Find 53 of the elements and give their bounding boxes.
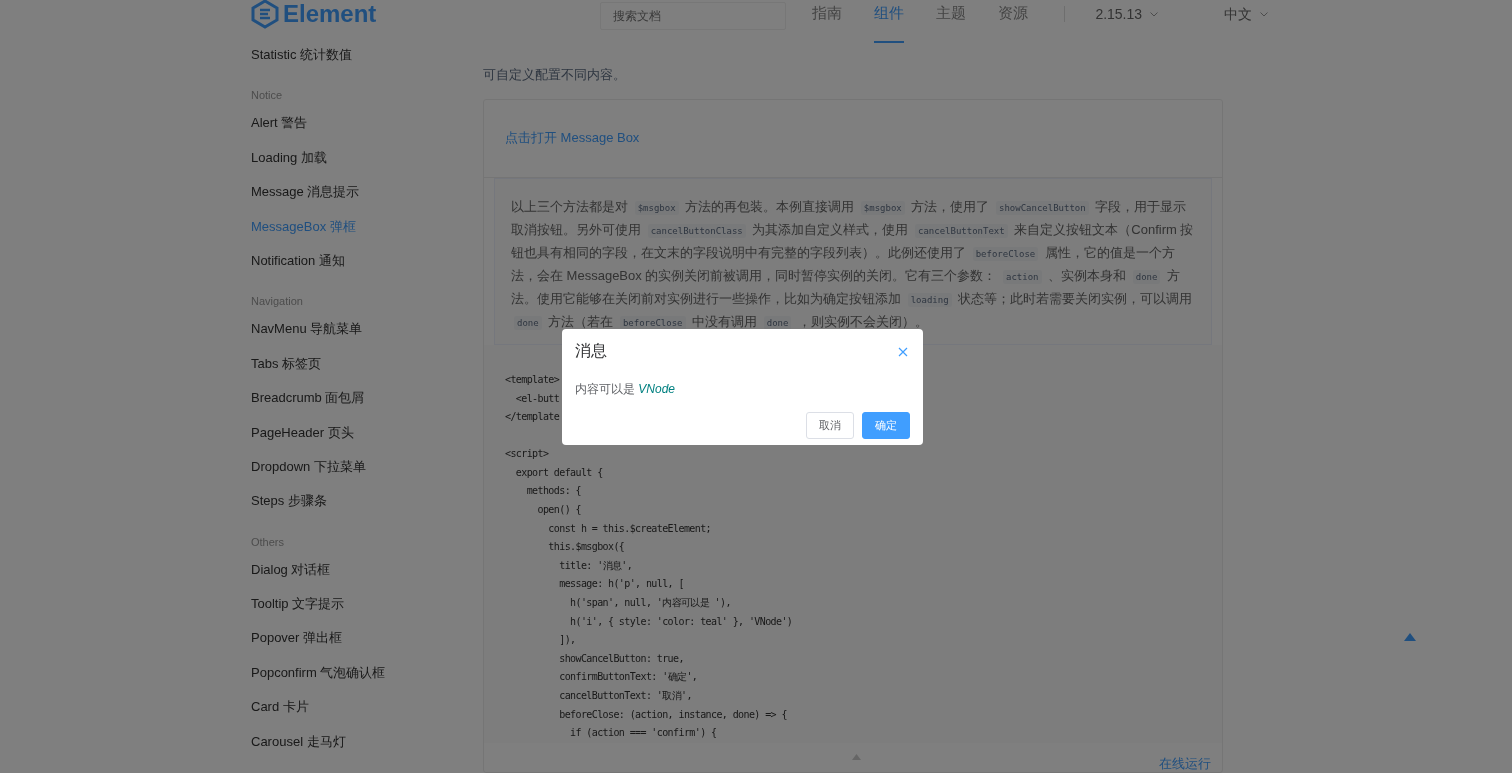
- code-line: showCancelButton: true,: [558, 651, 684, 666]
- close-icon[interactable]: [898, 346, 908, 357]
- code-line: if (action === 'confirm') {: [569, 726, 717, 741]
- sidebar-item[interactable]: PageHeader 页头: [251, 425, 354, 460]
- code-line: h('span', null, '内容可以是 '),: [569, 596, 731, 611]
- code-line: ]),: [558, 633, 576, 648]
- search-field[interactable]: 搜索文档: [600, 2, 787, 30]
- code-line: export default {: [514, 465, 603, 480]
- code-line: open() {: [536, 503, 581, 518]
- code-line: h('i', { style: 'color: teal' }, 'VNode'): [569, 614, 793, 629]
- caret-icon: [1260, 12, 1269, 17]
- sidebar-item[interactable]: Notification 通知: [251, 253, 345, 289]
- sidebar-item[interactable]: Tooltip 文字提示: [251, 597, 345, 632]
- sidebar-item[interactable]: Dropdown 下拉菜单: [251, 459, 366, 495]
- sidebar-item[interactable]: Tabs 标签页: [251, 356, 322, 392]
- sidebar-item[interactable]: Carousel 走马灯: [251, 734, 346, 770]
- code-line: const h = this.$createElement;: [547, 521, 711, 536]
- nav-link[interactable]: 资源: [998, 0, 1029, 43]
- sidebar-item[interactable]: Popover 弹出框: [251, 631, 343, 666]
- code-line: title: '消息',: [558, 558, 633, 573]
- code-line: confirmButtonText: '确定',: [558, 670, 698, 685]
- cancel-button[interactable]: 取消: [806, 412, 854, 439]
- sidebar-item[interactable]: Dialog 对话框: [251, 562, 331, 598]
- code-line: cancelButtonText: '取消',: [558, 689, 692, 703]
- dialog-title: 消息: [575, 341, 607, 361]
- sidebar-item[interactable]: Message 消息提示: [251, 185, 360, 220]
- back-to-top-icon[interactable]: [1404, 633, 1416, 641]
- code-line: <script>: [505, 447, 549, 462]
- sidebar-item[interactable]: Card 卡片: [251, 700, 309, 735]
- sidebar-item[interactable]: Loading 加载: [251, 150, 327, 186]
- sidebar-item[interactable]: Breadcrumb 面包屑: [251, 391, 365, 426]
- hexagon-logo-icon: [251, 0, 279, 29]
- nav-link[interactable]: 主题: [936, 0, 967, 43]
- code-line: </template: [505, 410, 560, 425]
- code-line: methods: {: [525, 484, 581, 499]
- code-line: beforeClose: (action, instance, done) => {: [558, 707, 787, 722]
- sidebar-item[interactable]: Alert 警告: [251, 116, 308, 151]
- description-text: 可自定义配置不同内容。: [483, 66, 627, 84]
- code-line: <template>: [505, 373, 560, 387]
- sidebar-item[interactable]: Steps 步骤条: [251, 494, 327, 529]
- caret-icon: [1150, 12, 1159, 17]
- code-line: <el-butt: [514, 391, 560, 406]
- collapse-triangle-icon[interactable]: [852, 754, 861, 760]
- sidebar-item[interactable]: Popconfirm 气泡确认框: [251, 665, 386, 701]
- version-dropdown[interactable]: 2.15.13: [1095, 6, 1143, 22]
- nav-link[interactable]: 指南: [812, 0, 843, 43]
- confirm-button[interactable]: 确定: [862, 412, 910, 439]
- dialog-message: 内容可以是 VNode: [575, 381, 677, 398]
- code-line: message: h('p', null, [: [558, 577, 684, 592]
- code-line: this.$msgbox({: [547, 540, 625, 555]
- language-dropdown[interactable]: 中文: [1224, 6, 1253, 24]
- sidebar-item[interactable]: NavMenu 导航菜单: [251, 322, 363, 357]
- sidebar-item[interactable]: Statistic 统计数值: [251, 48, 353, 83]
